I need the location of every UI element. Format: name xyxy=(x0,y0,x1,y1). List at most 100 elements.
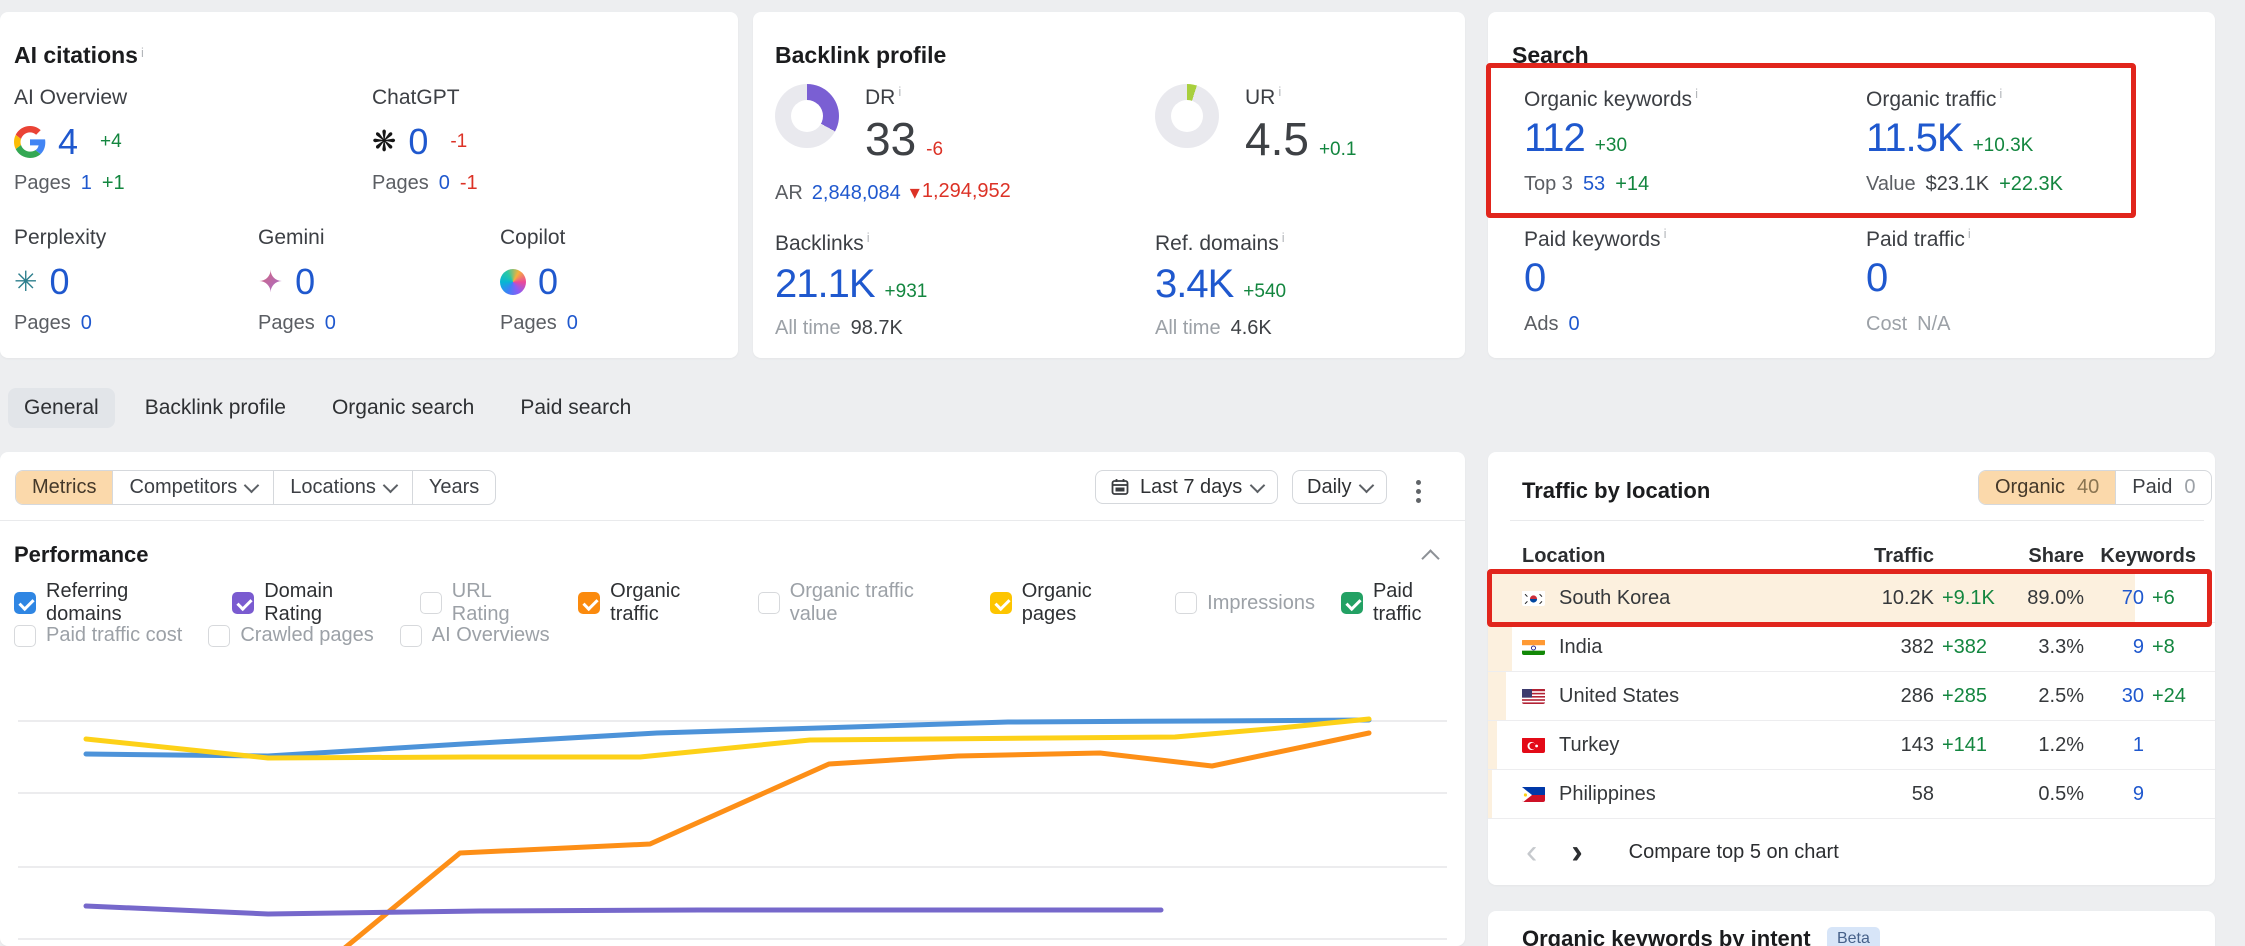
performance-line-chart[interactable] xyxy=(0,666,1465,946)
location-name[interactable]: United States xyxy=(1559,685,1679,708)
chevron-down-icon xyxy=(1359,477,1375,493)
keywords-value[interactable]: 30 xyxy=(2092,685,2144,708)
metric-checkbox-row-1: Referring domains Domain Rating URL Rati… xyxy=(14,580,1465,626)
top3-label: Top 3 xyxy=(1524,173,1573,196)
prev-page-button[interactable]: ‹ xyxy=(1526,837,1537,867)
perplexity-metric: Perplexity ✳ 0 Pages0 xyxy=(14,226,106,335)
location-name[interactable]: Philippines xyxy=(1559,783,1656,806)
col-location[interactable]: Location xyxy=(1522,545,1846,568)
competitors-button[interactable]: Competitors xyxy=(113,471,274,504)
info-icon[interactable]: i xyxy=(1664,226,1667,241)
engine-value[interactable]: 0 xyxy=(295,261,315,303)
checkbox-paid-traffic[interactable]: Paid traffic xyxy=(1341,580,1465,626)
organic-traffic-value[interactable]: 11.5K xyxy=(1866,116,1963,161)
ar-value[interactable]: 2,848,084 xyxy=(812,182,901,205)
toggle-paid[interactable]: Paid 0 xyxy=(2116,471,2211,504)
value-delta: +22.3K xyxy=(1999,173,2063,196)
checkbox-domain-rating[interactable]: Domain Rating xyxy=(232,580,394,626)
checkbox-ai-overviews[interactable]: AI Overviews xyxy=(400,624,550,647)
flag-philippines-icon xyxy=(1522,786,1545,802)
info-icon[interactable]: i xyxy=(898,84,901,99)
tab-paid-search[interactable]: Paid search xyxy=(504,388,647,428)
pages-value[interactable]: 1 xyxy=(81,172,92,195)
engine-value[interactable]: 0 xyxy=(49,261,69,303)
checkbox-organic-pages[interactable]: Organic pages xyxy=(990,580,1149,626)
col-keywords[interactable]: Keywords xyxy=(2092,545,2196,568)
locations-button[interactable]: Locations xyxy=(274,471,413,504)
top3-value[interactable]: 53 xyxy=(1583,173,1605,196)
table-row-united-states[interactable]: United States 286 +285 2.5% 30 +24 xyxy=(1488,671,2215,720)
info-icon[interactable]: i xyxy=(141,45,144,60)
keywords-value[interactable]: 1 xyxy=(2092,734,2144,757)
keywords-value[interactable]: 9 xyxy=(2092,783,2144,806)
col-traffic[interactable]: Traffic xyxy=(1854,545,1934,568)
collapse-section-icon[interactable] xyxy=(1421,549,1439,567)
location-name[interactable]: India xyxy=(1559,636,1602,659)
compare-top5-link[interactable]: Compare top 5 on chart xyxy=(1629,841,1839,864)
table-row-india[interactable]: India 382 +382 3.3% 9 +8 xyxy=(1488,622,2215,671)
paid-keywords-value[interactable]: 0 xyxy=(1524,256,1545,300)
table-row-turkey[interactable]: Turkey 143 +141 1.2% 1 xyxy=(1488,720,2215,769)
granularity-button[interactable]: Daily xyxy=(1292,470,1387,504)
toggle-organic[interactable]: Organic 40 xyxy=(1979,471,2116,504)
more-options-button[interactable] xyxy=(1412,476,1425,507)
backlink-profile-title: Backlink profile xyxy=(775,42,946,68)
chevron-down-icon xyxy=(1250,477,1266,493)
pages-value[interactable]: 0 xyxy=(439,172,450,195)
info-icon[interactable]: i xyxy=(1968,226,1971,241)
pages-value[interactable]: 0 xyxy=(567,312,578,335)
keywords-value[interactable]: 9 xyxy=(2092,636,2144,659)
checkbox-icon xyxy=(758,592,780,614)
organic-keywords-delta: +30 xyxy=(1595,135,1627,157)
metrics-button[interactable]: Metrics xyxy=(16,471,113,504)
tab-backlink-profile[interactable]: Backlink profile xyxy=(129,388,302,428)
checkbox-organic-traffic[interactable]: Organic traffic xyxy=(578,580,732,626)
info-icon[interactable]: i xyxy=(1999,86,2002,101)
col-share[interactable]: Share xyxy=(2014,545,2084,568)
share-bar xyxy=(1488,672,1506,720)
flag-south-korea-icon xyxy=(1522,590,1545,606)
next-page-button[interactable]: › xyxy=(1571,837,1582,867)
location-name[interactable]: South Korea xyxy=(1559,587,1670,610)
info-icon[interactable]: i xyxy=(1282,230,1285,245)
info-icon[interactable]: i xyxy=(1278,84,1281,99)
checkbox-impressions[interactable]: Impressions xyxy=(1175,592,1315,615)
checkbox-organic-traffic-value[interactable]: Organic traffic value xyxy=(758,580,964,626)
checkbox-crawled-pages[interactable]: Crawled pages xyxy=(208,624,373,647)
engine-value[interactable]: 0 xyxy=(408,121,428,163)
pages-value[interactable]: 0 xyxy=(81,312,92,335)
years-button[interactable]: Years xyxy=(413,471,495,504)
ads-value[interactable]: 0 xyxy=(1568,313,1579,336)
table-row-philippines[interactable]: Philippines 58 0.5% 9 xyxy=(1488,769,2215,818)
ar-label: AR xyxy=(775,182,803,205)
dr-donut-chart xyxy=(775,84,839,148)
info-icon[interactable]: i xyxy=(1695,86,1698,101)
paid-traffic-label: Paid traffic xyxy=(1866,228,1965,251)
organic-keywords-label: Organic keywords xyxy=(1524,88,1692,111)
backlinks-value[interactable]: 21.1K xyxy=(775,262,875,307)
share-value: 3.3% xyxy=(2014,636,2084,659)
paid-traffic-value[interactable]: 0 xyxy=(1866,256,1887,300)
chart-line-organic-pages xyxy=(86,719,1369,758)
location-name[interactable]: Turkey xyxy=(1559,734,1619,757)
date-range-button[interactable]: Last 7 days xyxy=(1095,470,1278,504)
pages-value[interactable]: 0 xyxy=(325,312,336,335)
tab-general[interactable]: General xyxy=(8,388,115,428)
checkbox-referring-domains[interactable]: Referring domains xyxy=(14,580,206,626)
value-label: Value xyxy=(1866,173,1916,196)
organic-keywords-value[interactable]: 112 xyxy=(1524,116,1585,161)
checkbox-url-rating[interactable]: URL Rating xyxy=(420,580,552,626)
info-icon[interactable]: i xyxy=(867,230,870,245)
engine-value[interactable]: 0 xyxy=(538,261,558,303)
table-row-south-korea[interactable]: South Korea 10.2K +9.1K 89.0% 70 +6 xyxy=(1488,574,2215,622)
keywords-value[interactable]: 70 xyxy=(2092,587,2144,610)
traffic-value: 58 xyxy=(1854,783,1934,806)
ai-citations-title: AI citations xyxy=(14,42,138,68)
ref-domains-value[interactable]: 3.4K xyxy=(1155,262,1233,307)
location-pagination: ‹ › Compare top 5 on chart xyxy=(1526,837,1839,867)
checkbox-paid-traffic-cost[interactable]: Paid traffic cost xyxy=(14,624,182,647)
performance-card: Metrics Competitors Locations Years Last… xyxy=(0,452,1465,946)
engine-value[interactable]: 4 xyxy=(58,121,78,163)
tab-organic-search[interactable]: Organic search xyxy=(316,388,490,428)
traffic-value: 382 xyxy=(1854,636,1934,659)
